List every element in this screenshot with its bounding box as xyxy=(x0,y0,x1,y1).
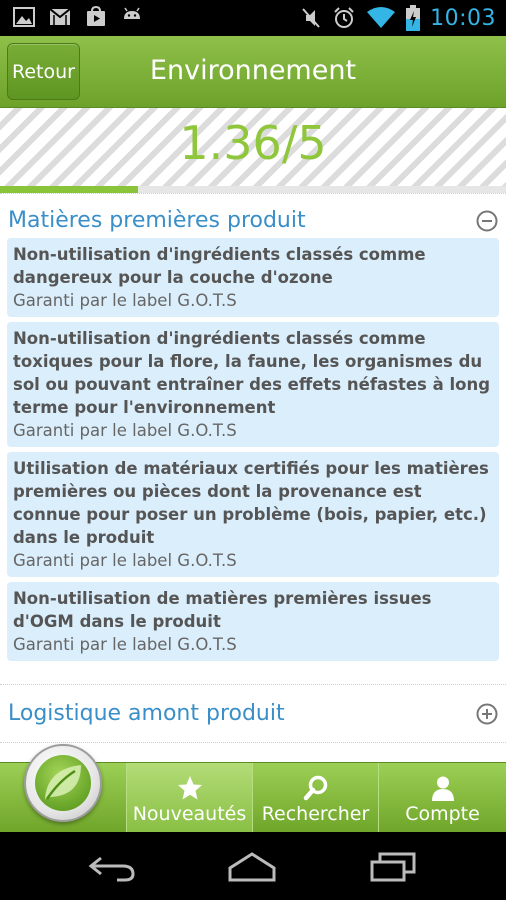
score-progress-bar xyxy=(0,186,506,193)
system-navigation-bar xyxy=(0,832,506,900)
mute-icon xyxy=(302,8,320,28)
list-item[interactable]: Non-utilisation de matières premières is… xyxy=(7,582,499,661)
item-title: Non-utilisation d'ingrédients classés co… xyxy=(13,329,491,417)
section-title: Matières premières produit xyxy=(8,208,306,233)
tab-label: Compte xyxy=(405,803,480,825)
tab-rechercher[interactable]: Rechercher xyxy=(252,763,378,833)
tab-label: Nouveautés xyxy=(132,803,247,825)
home-nav-icon[interactable] xyxy=(227,850,277,882)
collapse-minus-icon[interactable] xyxy=(476,210,498,232)
score-progress-fill xyxy=(0,186,138,193)
search-icon xyxy=(303,775,327,801)
tab-compte[interactable]: Compte xyxy=(378,763,506,833)
star-icon xyxy=(177,776,202,800)
item-label: Garanti par le label G.O.T.S xyxy=(13,421,237,440)
section-items-list: Non-utilisation d'ingrédients classés co… xyxy=(7,238,499,666)
recents-nav-icon[interactable] xyxy=(368,850,418,882)
action-bar: Retour Environnement xyxy=(0,36,506,108)
section-header-logistique-amont[interactable]: Logistique amont produit xyxy=(0,697,506,733)
tab-label: Rechercher xyxy=(261,803,370,825)
status-bar: 10:03 xyxy=(0,0,506,36)
divider xyxy=(0,684,506,685)
item-title: Non-utilisation de matières premières is… xyxy=(13,589,432,631)
divider xyxy=(0,193,506,194)
clock-time: 10:03 xyxy=(430,5,496,31)
score-value: 1.36/5 xyxy=(179,116,327,170)
system-icons: 10:03 xyxy=(300,0,496,36)
gmail-icon xyxy=(49,8,71,25)
section-title: Logistique amont produit xyxy=(8,701,285,726)
section-header-matieres-premieres[interactable]: Matières premières produit xyxy=(0,204,506,240)
image-icon xyxy=(13,7,35,27)
list-item[interactable]: Non-utilisation d'ingrédients classés co… xyxy=(7,238,499,317)
item-label: Garanti par le label G.O.T.S xyxy=(13,551,237,570)
item-title: Utilisation de matériaux certifiés pour … xyxy=(13,459,489,547)
leaf-logo-icon xyxy=(35,755,91,811)
divider xyxy=(0,742,506,743)
item-title: Non-utilisation d'ingrédients classés co… xyxy=(13,245,426,287)
play-store-icon xyxy=(87,6,105,26)
expand-plus-icon[interactable] xyxy=(476,703,498,725)
back-nav-icon[interactable] xyxy=(87,850,137,882)
user-icon xyxy=(431,776,454,801)
list-item[interactable]: Utilisation de matériaux certifiés pour … xyxy=(7,452,499,577)
notification-icons xyxy=(12,6,144,28)
item-label: Garanti par le label G.O.T.S xyxy=(13,635,237,654)
item-label: Garanti par le label G.O.T.S xyxy=(13,291,237,310)
score-band: 1.36/5 xyxy=(0,108,506,186)
leaf-icon xyxy=(45,765,81,800)
back-button[interactable]: Retour xyxy=(7,43,80,100)
list-item[interactable]: Non-utilisation d'ingrédients classés co… xyxy=(7,322,499,447)
battery-icon xyxy=(406,5,421,31)
tab-nouveautes[interactable]: Nouveautés xyxy=(126,763,252,833)
android-icon xyxy=(124,7,140,19)
wifi-icon xyxy=(367,7,396,28)
alarm-icon xyxy=(334,7,354,28)
leaf-logo-button[interactable] xyxy=(24,744,102,822)
